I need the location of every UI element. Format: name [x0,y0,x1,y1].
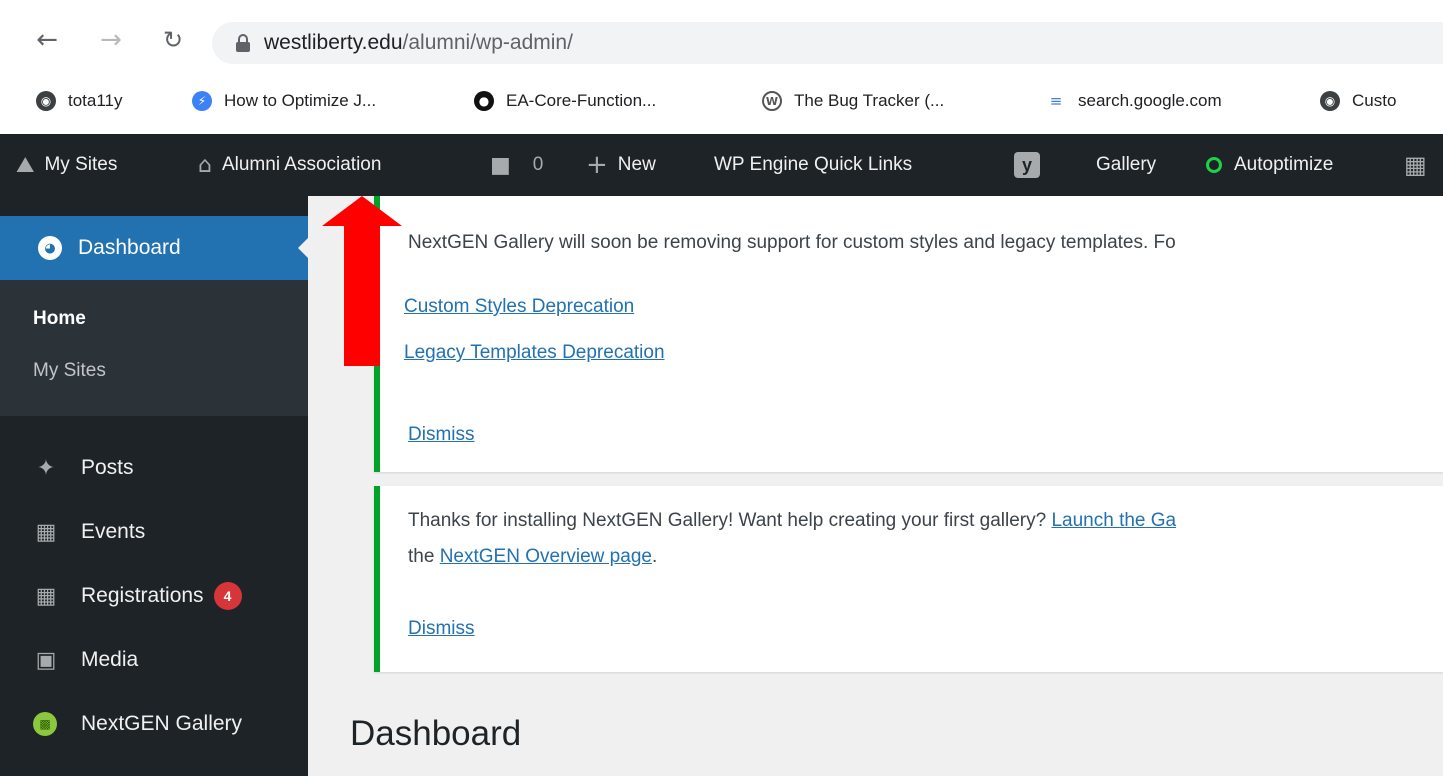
launch-gallery-wizard-link[interactable]: Launch the Ga [1051,510,1176,531]
notice-text-line2: the NextGEN Overview page. [408,546,657,568]
dashboard-submenu: Home My Sites [0,280,308,416]
page-title: Dashboard [350,714,522,753]
globe-icon: ◉ [1320,91,1340,111]
calendar-icon: ▦ [1404,151,1427,179]
new-label: New [617,154,656,175]
admin-bar-autoptimize[interactable]: Autoptimize [1206,134,1333,196]
admin-bar-comments[interactable]: ■ 0 [490,134,543,196]
plus-icon: + [586,150,608,180]
admin-bar-wp-engine[interactable]: WP Engine Quick Links [714,134,912,196]
comment-bubble-icon: ■ [490,152,511,178]
autoptimize-label: Autoptimize [1234,154,1334,175]
home-icon: ⌂ [198,152,212,178]
admin-bar-yoast[interactable]: y [1014,134,1040,196]
menu-dashboard-label: Dashboard [78,236,181,259]
bookmark-optimize[interactable]: ⚡ How to Optimize J... [192,86,376,116]
custom-styles-deprecation-link[interactable]: Custom Styles Deprecation [404,296,634,318]
site-name-label: Alumni Association [221,154,382,175]
bookmark-label: search.google.com [1078,91,1222,110]
lock-icon[interactable] [236,34,250,52]
menu-events-label: Events [81,520,146,543]
bookmark-bug-tracker[interactable]: W The Bug Tracker (... [762,86,944,116]
wp-admin-bar: ⛰ My Sites ⌂ Alumni Association ■ 0 + New WP… [0,134,1443,196]
bookmark-label: tota11y [68,91,123,110]
reload-icon[interactable]: ↻ [156,24,190,58]
url-text[interactable]: westliberty.edu/alumni/wp-admin/ [264,31,573,55]
url-host: westliberty.edu [264,31,403,54]
nextgen-deprecation-notice: NextGEN Gallery will soon be removing su… [374,196,1443,472]
menu-posts-label: Posts [81,456,134,479]
bookmark-label: EA-Core-Function... [506,91,657,110]
arrow-shape [322,196,402,366]
admin-sidebar: ◕ Dashboard Home My Sites ✦ Posts ▦ Events… [0,196,308,776]
active-menu-notch [298,238,308,258]
red-arrow-annotation [322,196,402,366]
my-sites-label: My Sites [44,154,118,175]
notice-text: the [408,546,440,567]
nextgen-icon: ▩ [33,712,57,736]
menu-media[interactable]: ▣ Media [0,636,308,684]
submenu-my-sites[interactable]: My Sites [33,360,106,382]
menu-registrations-label: Registrations [81,584,204,607]
admin-bar-site-name[interactable]: ⌂ Alumni Association [198,134,381,196]
notice-text: . [651,546,658,567]
notice-text: NextGEN Gallery will soon be removing su… [408,232,1176,253]
bookmark-ea-core[interactable]: ● EA-Core-Function... [474,86,656,116]
main-content: NextGEN Gallery will soon be removing su… [308,196,1443,776]
menu-nextgen-gallery[interactable]: ▩ NextGEN Gallery [0,700,308,748]
comments-count: 0 [532,154,544,175]
media-icon: ▣ [35,647,57,673]
github-icon: ● [474,91,494,111]
registrations-count-badge: 4 [213,582,242,610]
wordpress-icon: W [762,91,782,111]
address-bar[interactable]: westliberty.edu/alumni/wp-admin/ [212,22,1443,64]
bookmark-custom[interactable]: ◉ Custo [1320,86,1396,116]
bookmark-search-google[interactable]: ≡ search.google.com [1046,86,1222,116]
notice-text-line1: Thanks for installing NextGEN Gallery! W… [408,510,1176,532]
dismiss-link[interactable]: Dismiss [408,424,475,446]
menu-registrations[interactable]: ▦ Registrations 4 [0,572,308,620]
menu-dashboard[interactable]: ◕ Dashboard [0,216,308,280]
admin-bar-events[interactable]: ▦ [1404,134,1427,196]
nextgen-welcome-notice: Thanks for installing NextGEN Gallery! W… [374,486,1443,672]
menu-events[interactable]: ▦ Events [0,508,308,556]
admin-bar-my-sites[interactable]: ⛰ My Sites [16,134,117,196]
back-arrow-icon[interactable]: ← [30,24,64,58]
bookmark-label: How to Optimize J... [224,91,377,110]
admin-bar-gallery[interactable]: Gallery [1096,134,1156,196]
yoast-icon: y [1014,152,1040,178]
bookmark-label: Custo [1352,91,1397,110]
bookmark-tota11y[interactable]: ◉ tota11y [36,86,123,116]
calendar-icon: ▦ [35,583,57,609]
legacy-templates-deprecation-link[interactable]: Legacy Templates Deprecation [404,342,665,364]
bookmarks-bar: ◉ tota11y ⚡ How to Optimize J... ● EA-Core-… [0,80,1443,120]
admin-bar-new[interactable]: + New [586,134,656,196]
menu-media-label: Media [81,648,139,671]
dismiss-link[interactable]: Dismiss [408,618,475,640]
gallery-label: Gallery [1096,154,1157,175]
bookmark-label: The Bug Tracker (... [794,91,945,110]
notice-text: Thanks for installing NextGEN Gallery! W… [408,510,1052,531]
url-path: /alumni/wp-admin/ [402,31,573,54]
browser-toolbar: ← → ↻ westliberty.edu/alumni/wp-admin/ [0,14,1443,66]
dashboard-gauge-icon: ◕ [38,236,62,260]
blue-circle-icon: ⚡ [192,91,212,111]
wp-engine-label: WP Engine Quick Links [714,154,913,175]
submenu-home[interactable]: Home [33,308,86,330]
forward-arrow-icon[interactable]: → [94,24,128,58]
menu-posts[interactable]: ✦ Posts [0,444,308,492]
status-ring-icon [1206,157,1222,173]
google-search-icon: ≡ [1046,91,1066,111]
nextgen-overview-link[interactable]: NextGEN Overview page [440,546,652,567]
pin-icon: ✦ [36,455,56,481]
my-sites-icon: ⛰ [16,152,35,178]
globe-icon: ◉ [36,91,56,111]
calendar-icon: ▦ [35,519,57,545]
browser-chrome: ← → ↻ westliberty.edu/alumni/wp-admin/ ◉… [0,0,1443,134]
menu-nextgen-label: NextGEN Gallery [81,712,243,735]
